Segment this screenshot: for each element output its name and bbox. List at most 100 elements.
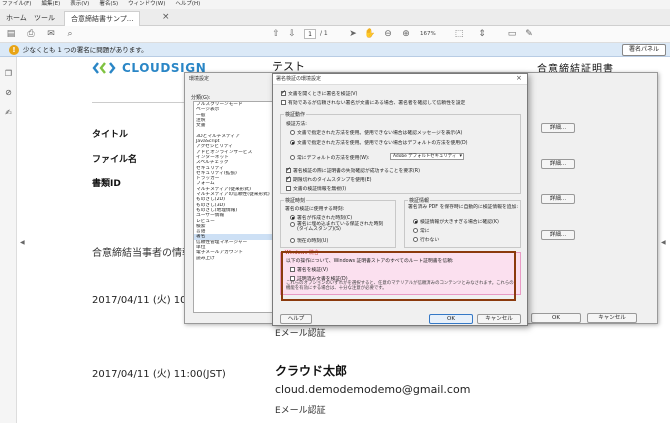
cancel-button[interactable]: キャンセル xyxy=(477,314,521,324)
menu-help[interactable]: ヘルプ(H) xyxy=(175,0,200,9)
label-filename: ファイル名 xyxy=(92,155,138,165)
default-method-select[interactable]: Adobe デフォルトセキュリティ xyxy=(390,153,464,160)
dialog-titlebar: 署名検証の環境設定 × xyxy=(273,74,527,85)
comment-icon[interactable]: ▭ xyxy=(506,28,518,40)
prev-page-icon[interactable]: ⇧ xyxy=(270,28,282,40)
radio[interactable] xyxy=(413,237,418,242)
tab-tools[interactable]: ツール xyxy=(34,11,55,26)
collapse-right-icon[interactable]: ◀ xyxy=(661,239,666,246)
option-label: 行わない xyxy=(420,238,440,243)
signer-email: cloud.demodemodemo@gmail.com xyxy=(275,383,471,396)
tab-home[interactable]: ホーム xyxy=(6,11,27,26)
label-document-id: 書類ID xyxy=(92,179,121,189)
radio-document-method[interactable]: 文書で指定された方法を使用。使用できない場合はデフォルトの方法を使用(D) xyxy=(290,139,468,146)
signature-status-bar: ! 少なくとも 1 つの署名に問題があります。 署名パネル xyxy=(0,43,670,57)
option-label: 署名検証の際に証明書の失効確認が成功することを要求(R) xyxy=(293,169,421,174)
dialog-title: 環境設定 xyxy=(189,76,210,82)
radio-always-default[interactable]: 常にデフォルトの方法を使用(W): xyxy=(290,154,369,161)
category-list[interactable]: フルスクリーンモード ページ表示 一般 注釈 文書 3Dとマルチメディア Jav… xyxy=(193,101,275,313)
radio[interactable] xyxy=(290,222,295,227)
help-button[interactable]: ヘルプ xyxy=(280,314,312,324)
option-label: 有効であるが信頼されない署名が文書にある場合、署名者を確認して信頼性を設定 xyxy=(288,101,466,106)
verify-info-label: 署名済み PDF を保存時に自動的に検証情報を追加: xyxy=(408,205,518,210)
hand-tool-icon[interactable]: ✋ xyxy=(364,28,376,40)
warning-icon: ! xyxy=(9,45,19,55)
option-label: 常にデフォルトの方法を使用(W): xyxy=(297,156,370,161)
signer-name: クラウド太郎 xyxy=(275,364,348,378)
zoom-in-icon[interactable]: ⊕ xyxy=(400,28,412,40)
next-page-icon[interactable]: ⇩ xyxy=(286,28,298,40)
radio[interactable] xyxy=(290,238,295,243)
detail-button[interactable]: 詳細... xyxy=(541,194,575,204)
expired-timestamp-option[interactable]: 期限切れのタイムスタンプを使用(E) xyxy=(286,175,372,183)
checkbox[interactable] xyxy=(281,100,286,105)
zoom-out-icon[interactable]: ⊖ xyxy=(382,28,394,40)
radio[interactable] xyxy=(290,215,295,220)
checkbox[interactable] xyxy=(286,186,291,191)
radio[interactable] xyxy=(413,219,418,224)
option-label: 文書で指定された方法を使用。使用できない場合は確認メッセージを表示(A) xyxy=(297,131,463,136)
menu-window[interactable]: ウィンドウ(W) xyxy=(128,0,165,9)
signature-icon[interactable]: ✍ xyxy=(3,107,14,118)
group-label: 検証動作 xyxy=(284,111,307,118)
fit-page-icon[interactable]: ⬚ xyxy=(453,28,465,40)
radio[interactable] xyxy=(413,228,418,233)
radio-always[interactable]: 常に xyxy=(413,227,430,234)
radio-signing-time[interactable]: 署名が作成された時刻(C) xyxy=(290,214,352,221)
checkbox[interactable] xyxy=(286,175,291,182)
menu-sign[interactable]: 署名(S) xyxy=(99,0,118,9)
detail-button[interactable]: 詳細... xyxy=(541,159,575,169)
checkbox[interactable] xyxy=(286,166,291,173)
radio-default-method[interactable]: 文書で指定された方法を使用。使用できない場合は確認メッセージを表示(A) xyxy=(290,129,462,136)
search-icon[interactable]: ⌕ xyxy=(64,28,76,40)
dialog-title: 署名検証の環境設定 xyxy=(276,76,322,82)
pen-icon[interactable]: ✎ xyxy=(523,28,535,40)
option-label: 文書で指定された方法を使用。使用できない場合はデフォルトの方法を使用(D) xyxy=(297,141,468,146)
radio-never[interactable]: 行わない xyxy=(413,236,439,243)
radio-ask-large[interactable]: 検証情報が大きすぎる場合に確認(K) xyxy=(413,218,499,225)
radio[interactable] xyxy=(290,130,295,135)
tab-bar: ホーム ツール 合意締結書サンプ... × xyxy=(0,9,670,26)
ok-button[interactable]: OK xyxy=(429,314,473,324)
radio[interactable] xyxy=(290,140,295,145)
trust-prompt-option[interactable]: 有効であるが信頼されない署名が文書にある場合、署名者を確認して信頼性を設定 xyxy=(281,99,465,106)
entry-auth-method: Eメール認証 xyxy=(275,406,326,416)
tab-close-icon[interactable]: × xyxy=(162,12,170,22)
detail-button[interactable]: 詳細... xyxy=(541,123,575,133)
radio[interactable] xyxy=(290,155,295,160)
category-item[interactable]: 読み上げ xyxy=(194,256,274,261)
save-icon[interactable]: ▤ xyxy=(5,28,17,40)
radio-current-time[interactable]: 現在の時刻(U) xyxy=(290,237,328,244)
menu-file[interactable]: ファイル(F) xyxy=(2,0,31,9)
radio-secure-time[interactable]: 署名に埋め込まれている保証された時刻 (タイムスタンプ)(S) xyxy=(290,222,390,232)
collapse-left-icon[interactable]: ◀ xyxy=(20,239,25,246)
verify-on-open-option[interactable]: 文書を開くときに署名を検証(V) xyxy=(281,89,357,97)
detail-button[interactable]: 詳細... xyxy=(541,230,575,240)
highlight-frame xyxy=(281,251,516,301)
menu-edit[interactable]: 編集(E) xyxy=(41,0,60,9)
close-icon[interactable]: × xyxy=(516,74,522,82)
verify-time-label: 署名の検証に使用する時刻: xyxy=(285,207,345,212)
cancel-button[interactable]: キャンセル xyxy=(587,313,637,323)
email-icon[interactable]: ✉ xyxy=(45,28,57,40)
zoom-level[interactable]: 167% xyxy=(420,29,440,39)
require-revocation-option[interactable]: 署名検証の際に証明書の失効確認が成功することを要求(R) xyxy=(286,166,421,174)
toolbar: ▤ ⎙ ✉ ⌕ ⇧ ⇩ 1 / 1 ➤ ✋ ⊖ ⊕ 167% ⬚ ⇕ ▭ ✎ xyxy=(0,26,670,43)
menu-view[interactable]: 表示(V) xyxy=(70,0,89,9)
ok-button[interactable]: OK xyxy=(531,313,581,323)
signature-panel-button[interactable]: 署名パネル xyxy=(622,44,666,56)
cloudsign-logo-icon xyxy=(92,62,116,74)
pages-icon[interactable]: ❐ xyxy=(3,68,14,79)
select-tool-icon[interactable]: ➤ xyxy=(347,28,359,40)
option-label: 署名が作成された時刻(C) xyxy=(297,216,353,221)
attachment-icon[interactable]: ⊘ xyxy=(3,87,14,98)
tab-document[interactable]: 合意締結書サンプ... xyxy=(64,11,141,26)
checkbox[interactable] xyxy=(281,89,286,96)
page-number-input[interactable]: 1 xyxy=(304,29,316,39)
entry-datetime: 2017/04/11 (火) 11:00(JST) xyxy=(92,369,226,380)
verify-method-label: 検証方法: xyxy=(286,122,307,127)
scroll-mode-icon[interactable]: ⇕ xyxy=(476,28,488,40)
ignore-validation-info-option[interactable]: 文書の検証情報を無視(I) xyxy=(286,185,346,192)
navigation-rail: ❐ ⊘ ✍ xyxy=(0,57,17,423)
print-icon[interactable]: ⎙ xyxy=(25,28,37,40)
